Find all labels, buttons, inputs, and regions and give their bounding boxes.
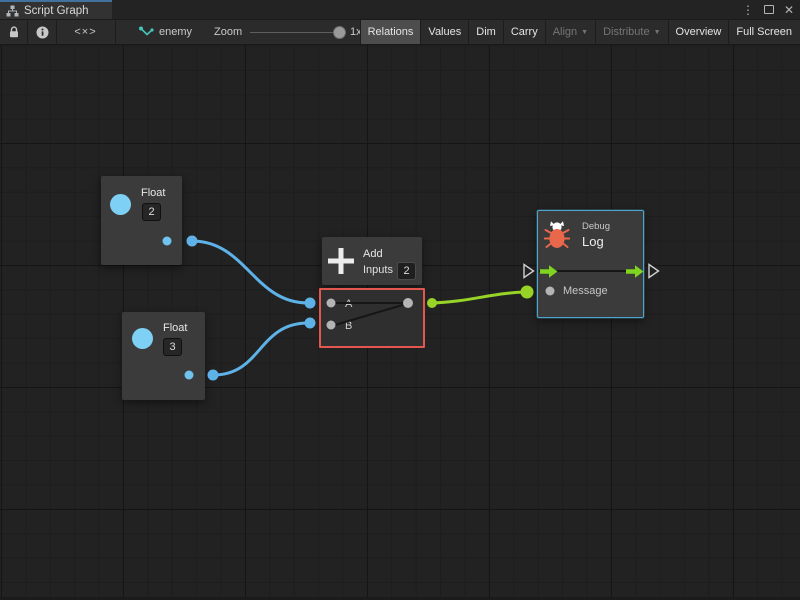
toggle-overview[interactable]: Overview [668, 20, 729, 44]
window-controls: ⋮ ✕ [742, 0, 794, 19]
node-title: Add [363, 248, 383, 260]
float-type-icon [110, 194, 131, 215]
hierarchy-graph-icon [6, 5, 19, 17]
toolbar-toggle-group: Relations Values Dim Carry Align ▼ Distr… [360, 20, 799, 44]
breadcrumb-label: enemy [159, 26, 192, 38]
node-add-ports-selected[interactable]: A B [319, 288, 425, 348]
toggle-align[interactable]: Align ▼ [545, 20, 595, 44]
tab-script-graph[interactable]: Script Graph [0, 0, 112, 19]
toggle-label: Dim [476, 26, 496, 38]
graph-toolbar: <×> enemy Zoom 1x Relations Values Dim [0, 19, 800, 45]
toggle-values[interactable]: Values [420, 20, 468, 44]
node-category: Debug [582, 221, 610, 232]
tab-bar: Script Graph ⋮ ✕ [0, 0, 800, 19]
port-b-label: B [345, 320, 352, 332]
node-add[interactable]: Add Inputs 2 [322, 237, 422, 285]
script-graph-window: Script Graph ⋮ ✕ <×> [0, 0, 800, 600]
breadcrumb[interactable]: enemy [138, 20, 192, 44]
toggle-carry[interactable]: Carry [503, 20, 545, 44]
toggle-full-screen[interactable]: Full Screen [728, 20, 799, 44]
chevron-down-icon: ▼ [581, 29, 588, 36]
graph-icon [138, 25, 154, 39]
bug-icon [544, 219, 570, 250]
lock-button[interactable] [0, 20, 27, 44]
zoom-slider[interactable] [250, 20, 346, 44]
close-icon[interactable]: ✕ [784, 4, 794, 16]
maximize-icon[interactable] [764, 5, 774, 14]
node-float-2[interactable]: Float 3 [122, 312, 205, 400]
toggle-label: Carry [511, 26, 538, 38]
toggle-label: Distribute [603, 26, 649, 38]
node-debug-log[interactable]: Debug Log Message [537, 210, 644, 318]
float-value-field[interactable]: 3 [163, 338, 182, 356]
float-type-icon [132, 328, 153, 349]
zoom-slider-handle[interactable] [333, 26, 346, 39]
menu-icon[interactable]: ⋮ [742, 4, 754, 16]
toggle-label: Values [428, 26, 461, 38]
toggle-label: Overview [676, 26, 722, 38]
inputs-count-field[interactable]: 2 [397, 262, 416, 280]
node-title: Float [163, 322, 187, 334]
toggle-relations[interactable]: Relations [360, 20, 421, 44]
port-a-label: A [345, 298, 352, 310]
toolbar-separator [115, 20, 116, 44]
info-icon [36, 26, 49, 39]
zoom-label: Zoom [214, 26, 242, 38]
message-port-label: Message [563, 285, 608, 297]
node-title: Float [141, 187, 165, 199]
toggle-label: Align [553, 26, 577, 38]
lock-icon [8, 26, 20, 39]
code-button[interactable]: <×> [57, 20, 114, 44]
node-title: Log [582, 234, 604, 249]
float-value-field[interactable]: 2 [142, 203, 161, 221]
toggle-dim[interactable]: Dim [468, 20, 503, 44]
zoom-slider-track[interactable] [250, 32, 346, 33]
toggle-label: Relations [368, 26, 414, 38]
inputs-label: Inputs [363, 264, 393, 276]
plus-icon [327, 247, 355, 275]
info-button[interactable] [28, 20, 56, 44]
toggle-distribute[interactable]: Distribute ▼ [595, 20, 667, 44]
node-float-1[interactable]: Float 2 [101, 176, 182, 265]
chevron-down-icon: ▼ [654, 29, 661, 36]
tab-title: Script Graph [24, 5, 89, 17]
toggle-label: Full Screen [736, 26, 792, 38]
